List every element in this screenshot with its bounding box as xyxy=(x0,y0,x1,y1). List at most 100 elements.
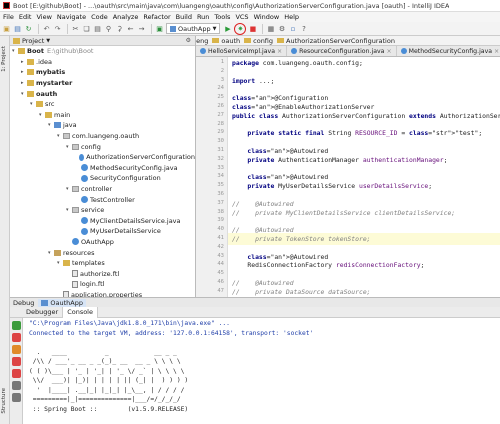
open-folder-icon[interactable]: ▣ xyxy=(2,24,11,33)
menu-run[interactable]: Run xyxy=(197,13,209,21)
folder-icon xyxy=(36,101,43,108)
tree-item[interactable]: login.ftl xyxy=(10,279,195,290)
tree-item[interactable]: MyClientDetailsService.java xyxy=(10,216,195,227)
project-tool-button[interactable]: 1: Project xyxy=(1,46,7,72)
undo-icon[interactable]: ↶ xyxy=(42,24,51,33)
tree-item[interactable]: ▾ com.luangeng.oauth xyxy=(10,131,195,142)
close-icon[interactable]: × xyxy=(277,48,282,55)
chevron-down-icon[interactable]: ▼ xyxy=(46,38,50,44)
file-icon xyxy=(72,270,78,278)
tree-item[interactable]: ▾ src xyxy=(10,99,195,110)
menu-navigate[interactable]: Navigate xyxy=(57,13,86,21)
mute-breakpoints-icon[interactable] xyxy=(12,369,21,378)
tree-item[interactable]: ▾ main xyxy=(10,110,195,121)
cut-icon[interactable]: ✂ xyxy=(71,24,80,33)
debug-session-label: OauthApp xyxy=(50,298,83,307)
breadcrumb-item[interactable]: AuthorizationServerConfiguration xyxy=(277,37,395,45)
settings-icon[interactable]: ⚙ xyxy=(277,24,286,33)
toolbar-separator xyxy=(38,23,39,34)
menu-refactor[interactable]: Refactor xyxy=(143,13,170,21)
menu-build[interactable]: Build xyxy=(176,13,192,21)
tree-item[interactable]: OAuthApp xyxy=(10,237,195,248)
tree-item[interactable]: ▸ mybatis xyxy=(10,67,195,78)
tree-item[interactable]: SecurityConfiguration xyxy=(10,173,195,184)
run-config-select[interactable]: OauthApp ▼ xyxy=(166,23,221,34)
tree-item[interactable]: ▾ controller xyxy=(10,184,195,195)
spring-app-icon xyxy=(170,25,176,32)
menu-tools[interactable]: Tools xyxy=(214,13,230,21)
settings-icon[interactable] xyxy=(12,381,21,390)
gear-icon[interactable]: ⚙ xyxy=(186,37,191,44)
menu-help[interactable]: Help xyxy=(284,13,299,21)
debug-session-tab[interactable]: OauthApp xyxy=(38,298,86,307)
code-line: RedisConnectionFactory redisConnectionFa… xyxy=(232,261,425,270)
stop-icon[interactable]: ■ xyxy=(248,24,257,33)
package-icon xyxy=(72,186,79,193)
tree-item[interactable]: ▾ service xyxy=(10,205,195,216)
code-line: private MyUserDetailsService userDetails… xyxy=(247,182,433,191)
close-icon[interactable]: × xyxy=(386,48,391,55)
left-tool-stripe: 1: Project Structure xyxy=(0,36,10,424)
java-class-icon xyxy=(72,238,79,246)
package-icon xyxy=(63,133,70,140)
java-class-icon xyxy=(81,196,88,204)
folder-icon xyxy=(277,38,285,43)
tree-item[interactable]: ▸ mystarter xyxy=(10,78,195,89)
sdk-icon[interactable]: ▫ xyxy=(288,24,297,33)
tab-debugger[interactable]: Debugger xyxy=(22,306,64,318)
redo-icon[interactable]: ↷ xyxy=(53,24,62,33)
project-panel-title[interactable]: Project xyxy=(22,37,44,45)
breadcrumb-item[interactable]: oauth xyxy=(212,37,240,45)
tree-item[interactable]: ▾ oauth xyxy=(10,88,195,99)
code-editor[interactable]: package com.luangeng.oauth.config; import… xyxy=(228,57,500,297)
tree-item[interactable]: AuthorizationServerConfiguration xyxy=(10,152,195,163)
find-icon[interactable]: ⚲ xyxy=(104,24,113,33)
tree-item[interactable]: MethodSecurityConfig.java xyxy=(10,163,195,174)
forward-icon[interactable]: → xyxy=(137,24,146,33)
sync-icon[interactable]: ↻ xyxy=(24,24,33,33)
help-icon[interactable]: ? xyxy=(299,24,308,33)
tree-item[interactable]: ▾ templates xyxy=(10,258,195,269)
editor-tab[interactable]: ResourceConfiguration.java × xyxy=(287,46,397,56)
tree-item[interactable]: ▾ config xyxy=(10,141,195,152)
pin-icon[interactable] xyxy=(12,393,21,402)
tree-item[interactable]: authorize.ftl xyxy=(10,268,195,279)
menu-view[interactable]: View xyxy=(36,13,51,21)
menu-code[interactable]: Code xyxy=(91,13,108,21)
resume-icon[interactable] xyxy=(12,321,21,330)
editor-tab[interactable]: HelloServiceImpl.java × xyxy=(196,46,288,56)
tab-console[interactable]: Console xyxy=(63,306,98,318)
tree-item[interactable]: ▸ .idea xyxy=(10,57,195,68)
editor-tab[interactable]: MethodSecurityConfig.java × xyxy=(397,46,500,56)
tree-item[interactable]: ▾ java xyxy=(10,120,195,131)
line-number: 3 xyxy=(220,76,224,83)
project-structure-icon[interactable]: ▦ xyxy=(266,24,275,33)
structure-tool-button[interactable]: Structure xyxy=(1,388,7,414)
replace-icon[interactable]: ⚳ xyxy=(115,24,124,33)
run-icon[interactable]: ▶ xyxy=(223,24,232,33)
close-icon[interactable]: × xyxy=(494,48,499,55)
back-icon[interactable]: ← xyxy=(126,24,135,33)
tree-item[interactable]: MyUserDetailsService xyxy=(10,226,195,237)
resources-folder-icon xyxy=(54,249,61,256)
console-output[interactable]: "C:\Program Files\Java\jdk1.8.0_171\bin\… xyxy=(23,318,500,424)
tree-item[interactable]: ▾ resources xyxy=(10,247,195,258)
menu-vcs[interactable]: VCS xyxy=(235,13,248,21)
toolbar-separator xyxy=(67,23,68,34)
menu-analyze[interactable]: Analyze xyxy=(113,13,139,21)
tree-item[interactable]: TestController xyxy=(10,194,195,205)
debug-button[interactable]: ✷ xyxy=(234,22,247,35)
pause-icon[interactable] xyxy=(12,345,21,354)
build-icon[interactable]: ▣ xyxy=(155,24,164,33)
breadcrumb-item[interactable]: config xyxy=(244,37,273,45)
save-all-icon[interactable]: ▤ xyxy=(13,24,22,33)
menu-edit[interactable]: Edit xyxy=(19,13,32,21)
menu-window[interactable]: Window xyxy=(254,13,280,21)
view-breakpoints-icon[interactable] xyxy=(12,357,21,366)
copy-icon[interactable]: ❏ xyxy=(82,24,91,33)
java-class-icon xyxy=(81,217,88,225)
stop-icon[interactable] xyxy=(12,333,21,342)
tree-item[interactable]: ▾ Boot E:\github\Boot xyxy=(10,46,195,57)
menu-file[interactable]: File xyxy=(3,13,14,21)
paste-icon[interactable]: ▤ xyxy=(93,24,102,33)
